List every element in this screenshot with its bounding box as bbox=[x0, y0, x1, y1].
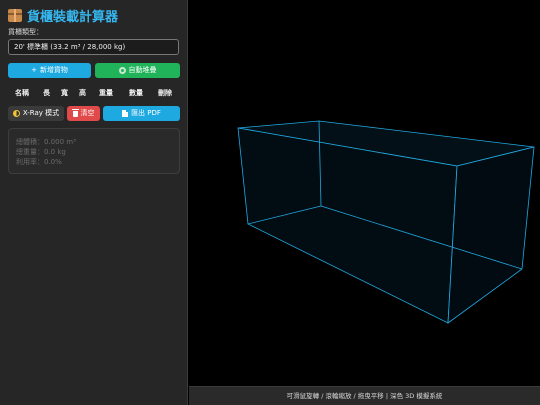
container-type-select[interactable]: 20' 標準櫃 (33.2 m³ / 28,000 kg) bbox=[8, 39, 179, 55]
col-length: 長 bbox=[43, 89, 50, 97]
add-cargo-label: 新增貨物 bbox=[39, 66, 68, 74]
app-title-text: 貨櫃裝載計算器 bbox=[27, 10, 119, 25]
col-weight: 重量 bbox=[99, 89, 113, 97]
export-pdf-label: 匯出 PDF bbox=[131, 109, 161, 117]
col-delete: 刪除 bbox=[158, 89, 172, 97]
document-icon bbox=[122, 110, 129, 117]
container-wireframe bbox=[237, 120, 535, 324]
container-edges bbox=[237, 120, 535, 324]
clear-label: 清空 bbox=[80, 109, 95, 117]
sidebar: 貨櫃裝載計算器 貨櫃類型： 20' 標準櫃 (33.2 m³ / 28,000 … bbox=[0, 0, 188, 405]
export-pdf-button[interactable]: 匯出 PDF bbox=[103, 106, 180, 121]
xray-mode-button[interactable]: X-Ray 模式 bbox=[8, 106, 64, 121]
plus-icon: + bbox=[31, 66, 37, 74]
auto-stack-button[interactable]: 自動堆疊 bbox=[95, 63, 180, 78]
container-type-label: 貨櫃類型： bbox=[8, 28, 43, 36]
package-icon bbox=[8, 9, 22, 22]
xray-mode-label: X-Ray 模式 bbox=[22, 109, 60, 117]
cargo-table-header: 名稱 長 寬 高 重量 數量 刪除 bbox=[8, 86, 180, 98]
col-name: 名稱 bbox=[15, 89, 29, 97]
total-volume: 總體積：0.000 m³ bbox=[16, 138, 76, 146]
app-title: 貨櫃裝載計算器 bbox=[8, 6, 118, 25]
utilization-rate: 利用率：0.0% bbox=[16, 158, 62, 166]
trash-icon bbox=[71, 108, 79, 117]
viewport-hint: 可滑鼠旋轉 / 滾輪縮放 / 拖曳平移 | 深色 3D 模擬系統 bbox=[189, 386, 540, 405]
summary-panel: 總體積：0.000 m³ 總重量：0.0 kg 利用率：0.0% bbox=[8, 128, 180, 174]
gear-icon bbox=[118, 67, 126, 74]
3d-viewport[interactable] bbox=[189, 0, 540, 386]
half-moon-icon bbox=[12, 110, 20, 117]
auto-stack-label: 自動堆疊 bbox=[128, 66, 157, 74]
total-weight: 總重量：0.0 kg bbox=[16, 148, 66, 156]
col-height: 高 bbox=[79, 89, 86, 97]
add-cargo-button[interactable]: + 新增貨物 bbox=[8, 63, 91, 78]
col-quantity: 數量 bbox=[129, 89, 143, 97]
clear-button[interactable]: 清空 bbox=[67, 106, 100, 121]
col-width: 寬 bbox=[61, 89, 68, 97]
